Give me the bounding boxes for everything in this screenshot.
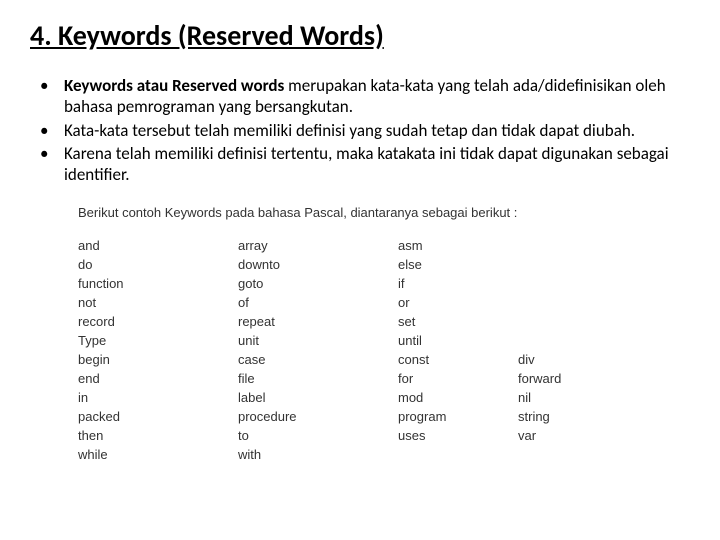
keyword-cell: forward bbox=[518, 369, 618, 388]
table-row: endfileforforward bbox=[78, 369, 618, 388]
bullet-dot: • bbox=[40, 120, 64, 141]
table-row: functiongotoif bbox=[78, 274, 618, 293]
keyword-cell: not bbox=[78, 293, 238, 312]
keyword-cell: do bbox=[78, 255, 238, 274]
intro-text: Berikut contoh Keywords pada bahasa Pasc… bbox=[78, 205, 690, 220]
table-row: whilewith bbox=[78, 445, 618, 464]
keyword-cell: set bbox=[398, 312, 518, 331]
keyword-cell: unit bbox=[238, 331, 398, 350]
keyword-cell: record bbox=[78, 312, 238, 331]
keyword-cell: with bbox=[238, 445, 398, 464]
keyword-cell: packed bbox=[78, 407, 238, 426]
bullet-item: • Keywords atau Reserved words merupakan… bbox=[40, 75, 690, 118]
keyword-cell: program bbox=[398, 407, 518, 426]
bullet-dot: • bbox=[40, 143, 64, 186]
bullet-list: • Keywords atau Reserved words merupakan… bbox=[30, 75, 690, 185]
keyword-cell: label bbox=[238, 388, 398, 407]
keywords-table: andarrayasmdodowntoelsefunctiongotoifnot… bbox=[78, 236, 618, 464]
keyword-cell: until bbox=[398, 331, 518, 350]
table-row: notofor bbox=[78, 293, 618, 312]
keyword-cell: downto bbox=[238, 255, 398, 274]
keyword-cell: to bbox=[238, 426, 398, 445]
table-row: inlabelmodnil bbox=[78, 388, 618, 407]
table-row: begincaseconstdiv bbox=[78, 350, 618, 369]
keyword-cell: Type bbox=[78, 331, 238, 350]
bullet-bold: Keywords atau Reserved words bbox=[64, 75, 284, 96]
keyword-cell: uses bbox=[398, 426, 518, 445]
table-row: Typeunituntil bbox=[78, 331, 618, 350]
keyword-cell bbox=[518, 331, 618, 350]
keyword-cell: while bbox=[78, 445, 238, 464]
keyword-cell: goto bbox=[238, 274, 398, 293]
keyword-cell bbox=[518, 312, 618, 331]
keyword-cell: mod bbox=[398, 388, 518, 407]
table-row: dodowntoelse bbox=[78, 255, 618, 274]
keyword-cell: file bbox=[238, 369, 398, 388]
keyword-cell: nil bbox=[518, 388, 618, 407]
keyword-cell bbox=[518, 236, 618, 255]
keyword-cell: in bbox=[78, 388, 238, 407]
bullet-dot: • bbox=[40, 75, 64, 118]
page-title: 4. Keywords (Reserved Words) bbox=[30, 18, 690, 53]
keyword-cell: div bbox=[518, 350, 618, 369]
keyword-cell: procedure bbox=[238, 407, 398, 426]
keyword-cell bbox=[518, 255, 618, 274]
bullet-rest: Kata-kata tersebut telah memiliki defini… bbox=[64, 120, 635, 141]
keyword-cell: array bbox=[238, 236, 398, 255]
keyword-cell: repeat bbox=[238, 312, 398, 331]
keyword-cell: of bbox=[238, 293, 398, 312]
bullet-text: Kata-kata tersebut telah memiliki defini… bbox=[64, 120, 690, 141]
keyword-cell: or bbox=[398, 293, 518, 312]
table-row: andarrayasm bbox=[78, 236, 618, 255]
keyword-cell: and bbox=[78, 236, 238, 255]
bullet-rest: Karena telah memiliki definisi tertentu,… bbox=[64, 143, 669, 185]
keyword-cell: begin bbox=[78, 350, 238, 369]
bullet-text: Keywords atau Reserved words merupakan k… bbox=[64, 75, 690, 118]
keyword-cell: function bbox=[78, 274, 238, 293]
keyword-cell bbox=[518, 293, 618, 312]
keyword-cell: for bbox=[398, 369, 518, 388]
bullet-text: Karena telah memiliki definisi tertentu,… bbox=[64, 143, 690, 186]
keyword-cell: const bbox=[398, 350, 518, 369]
keyword-cell: asm bbox=[398, 236, 518, 255]
bullet-item: • Karena telah memiliki definisi tertent… bbox=[40, 143, 690, 186]
table-row: thentousesvar bbox=[78, 426, 618, 445]
keyword-cell: case bbox=[238, 350, 398, 369]
bullet-item: • Kata-kata tersebut telah memiliki defi… bbox=[40, 120, 690, 141]
table-row: recordrepeatset bbox=[78, 312, 618, 331]
keyword-cell bbox=[518, 274, 618, 293]
keyword-cell: then bbox=[78, 426, 238, 445]
keyword-cell: string bbox=[518, 407, 618, 426]
keyword-cell: end bbox=[78, 369, 238, 388]
keyword-cell bbox=[398, 445, 518, 464]
table-row: packedprocedureprogramstring bbox=[78, 407, 618, 426]
keyword-cell: if bbox=[398, 274, 518, 293]
keyword-cell: var bbox=[518, 426, 618, 445]
keyword-cell: else bbox=[398, 255, 518, 274]
keyword-cell bbox=[518, 445, 618, 464]
